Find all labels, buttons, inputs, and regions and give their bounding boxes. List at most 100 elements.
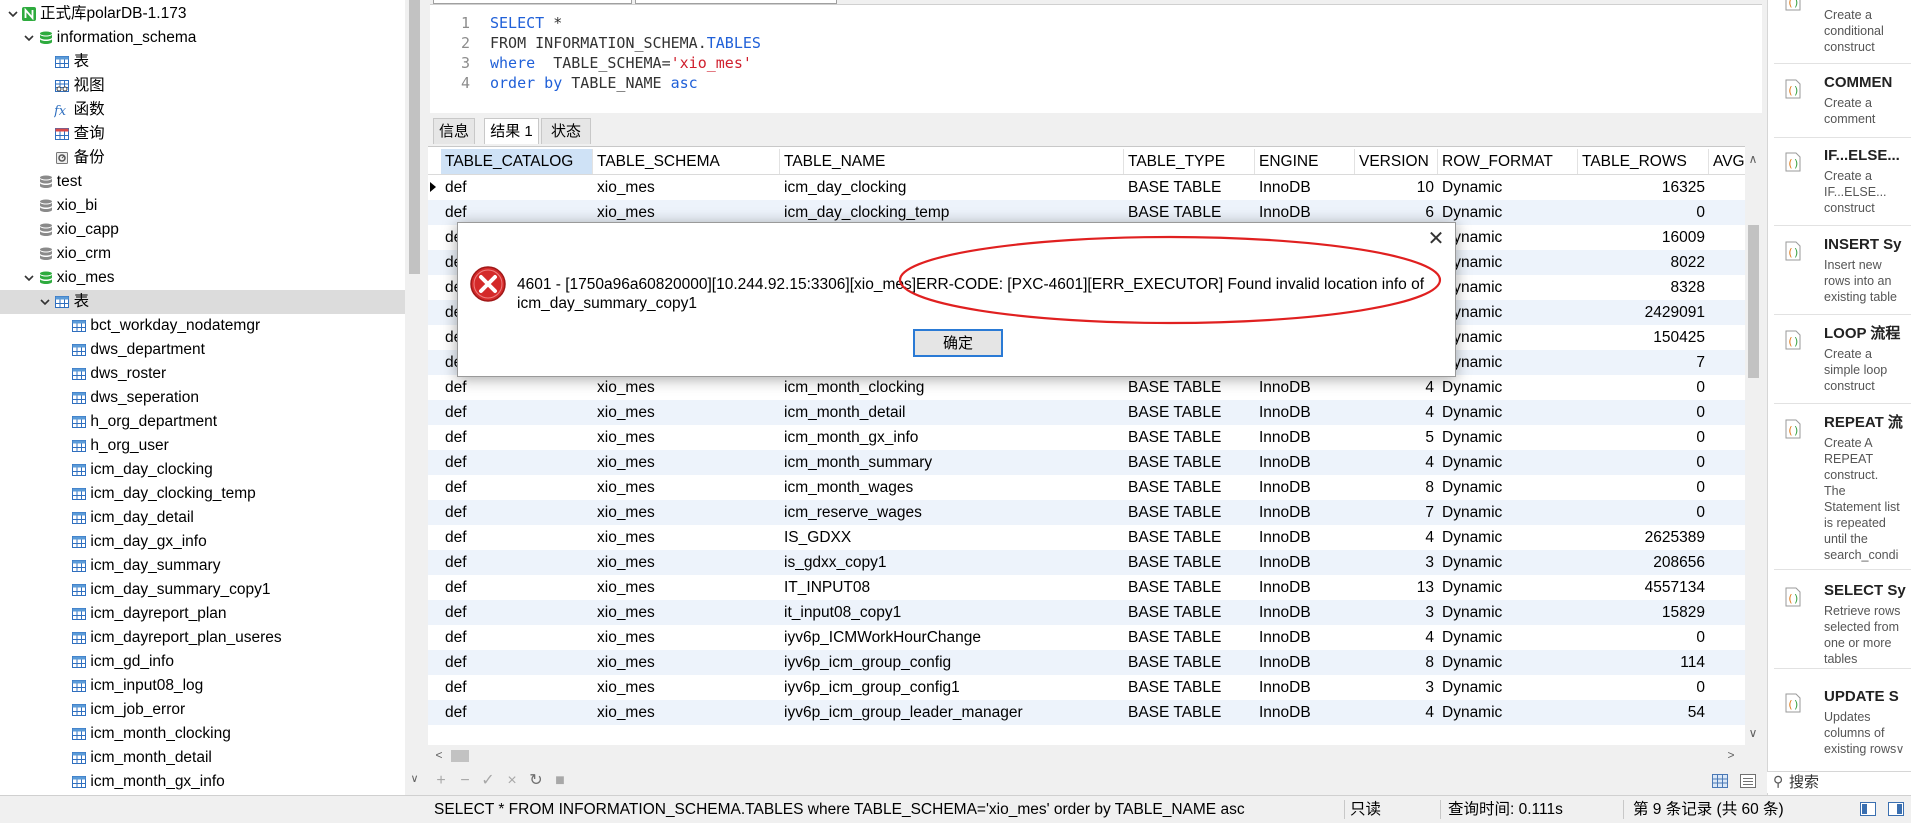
- table-cell[interactable]: InnoDB: [1255, 550, 1355, 575]
- tree-item[interactable]: dws_department: [0, 338, 405, 362]
- scroll-down-arrow-icon[interactable]: ∨: [1746, 726, 1760, 740]
- table-row[interactable]: def xio_mes iyv6p_icm_group_config BASE TAB…: [428, 650, 1745, 675]
- table-cell[interactable]: InnoDB: [1255, 600, 1355, 625]
- table-cell[interactable]: InnoDB: [1255, 700, 1355, 725]
- scroll-left-arrow-icon[interactable]: <: [432, 748, 446, 762]
- table-cell[interactable]: Dynamic: [1438, 500, 1578, 525]
- table-row[interactable]: def xio_mes icm_month_gx_info BASE TABLE Inn…: [428, 425, 1745, 450]
- table-cell[interactable]: BASE TABLE: [1124, 675, 1255, 700]
- tree-item[interactable]: icm_month_clocking: [0, 722, 405, 746]
- table-cell[interactable]: xio_mes: [593, 575, 780, 600]
- grid-vertical-scroll-thumb[interactable]: [1748, 225, 1759, 378]
- apply-icon[interactable]: ✓: [479, 771, 497, 791]
- tree-item[interactable]: icm_job_error: [0, 698, 405, 722]
- tree-item[interactable]: icm_month_detail: [0, 746, 405, 770]
- table-cell[interactable]: InnoDB: [1255, 375, 1355, 400]
- table-row[interactable]: def xio_mes IT_INPUT08 BASE TABLE InnoDB 13 Dy…: [428, 575, 1745, 600]
- table-cell[interactable]: xio_mes: [593, 550, 780, 575]
- table-cell[interactable]: def: [441, 575, 593, 600]
- table-cell[interactable]: 3: [1355, 675, 1438, 700]
- table-cell[interactable]: Dynamic: [1438, 275, 1578, 300]
- table-cell[interactable]: 7: [1355, 500, 1438, 525]
- table-cell[interactable]: 0: [1578, 475, 1709, 500]
- column-header[interactable]: TABLE_TYPE: [1124, 149, 1255, 174]
- table-cell[interactable]: 54: [1578, 700, 1709, 725]
- table-cell[interactable]: 0: [1578, 400, 1709, 425]
- table-cell[interactable]: def: [441, 500, 593, 525]
- table-cell[interactable]: xio_mes: [593, 600, 780, 625]
- delete-record-icon[interactable]: −: [456, 771, 474, 791]
- tree-item[interactable]: 查询: [0, 122, 405, 146]
- table-cell[interactable]: Dynamic: [1438, 175, 1578, 200]
- table-cell[interactable]: xio_mes: [593, 475, 780, 500]
- tree-item[interactable]: icm_dayreport_plan: [0, 602, 405, 626]
- table-cell[interactable]: Dynamic: [1438, 350, 1578, 375]
- tree-item[interactable]: dws_roster: [0, 362, 405, 386]
- table-cell[interactable]: Dynamic: [1438, 400, 1578, 425]
- tree-item[interactable]: xio_bi: [0, 194, 405, 218]
- tree-item[interactable]: h_org_user: [0, 434, 405, 458]
- table-cell[interactable]: InnoDB: [1255, 475, 1355, 500]
- table-cell[interactable]: BASE TABLE: [1124, 625, 1255, 650]
- table-cell[interactable]: Dynamic: [1438, 625, 1578, 650]
- table-cell[interactable]: xio_mes: [593, 450, 780, 475]
- table-cell[interactable]: icm_month_summary: [780, 450, 1124, 475]
- tree-item[interactable]: icm_day_clocking: [0, 458, 405, 482]
- table-cell[interactable]: 4: [1355, 525, 1438, 550]
- table-cell[interactable]: iyv6p_ICMWorkHourChange: [780, 625, 1124, 650]
- table-row[interactable]: def xio_mes icm_month_clocking BASE TABLE In…: [428, 375, 1745, 400]
- table-cell[interactable]: IT_INPUT08: [780, 575, 1124, 600]
- table-cell[interactable]: InnoDB: [1255, 500, 1355, 525]
- layout-right-icon[interactable]: [1887, 801, 1905, 822]
- tree-item[interactable]: icm_input08_log: [0, 674, 405, 698]
- table-cell[interactable]: 4557134: [1578, 575, 1709, 600]
- table-cell[interactable]: BASE TABLE: [1124, 650, 1255, 675]
- table-cell[interactable]: def: [441, 600, 593, 625]
- code-text[interactable]: FROM INFORMATION_SCHEMA.TABLES: [490, 33, 761, 53]
- table-row[interactable]: def xio_mes IS_GDXX BASE TABLE InnoDB 4 Dynami…: [428, 525, 1745, 550]
- column-header[interactable]: AVG: [1709, 149, 1745, 174]
- table-cell[interactable]: def: [441, 400, 593, 425]
- table-row[interactable]: def xio_mes icm_month_summary BASE TABLE Inn…: [428, 450, 1745, 475]
- table-cell[interactable]: BASE TABLE: [1124, 700, 1255, 725]
- grid-view-icon[interactable]: [1711, 772, 1729, 792]
- table-cell[interactable]: 8328: [1578, 275, 1709, 300]
- table-cell[interactable]: 0: [1578, 625, 1709, 650]
- table-cell[interactable]: Dynamic: [1438, 325, 1578, 350]
- table-cell[interactable]: InnoDB: [1255, 425, 1355, 450]
- table-cell[interactable]: iyv6p_icm_group_config: [780, 650, 1124, 675]
- table-cell[interactable]: 0: [1578, 425, 1709, 450]
- table-cell[interactable]: def: [441, 675, 593, 700]
- table-cell[interactable]: 2625389: [1578, 525, 1709, 550]
- table-cell[interactable]: Dynamic: [1438, 200, 1578, 225]
- table-row[interactable]: def xio_mes icm_month_wages BASE TABLE InnoD…: [428, 475, 1745, 500]
- table-cell[interactable]: BASE TABLE: [1124, 600, 1255, 625]
- table-cell[interactable]: icm_month_gx_info: [780, 425, 1124, 450]
- code-text[interactable]: SELECT *: [490, 13, 562, 33]
- snippet-search[interactable]: ⚲ 搜索: [1767, 771, 1911, 793]
- tree-scrollbar-thumb[interactable]: [409, 0, 420, 274]
- grid-horizontal-scrollbar[interactable]: < >: [428, 747, 1745, 765]
- grid-vertical-scrollbar[interactable]: ∧ ∨: [1745, 146, 1762, 744]
- table-cell[interactable]: xio_mes: [593, 650, 780, 675]
- table-cell[interactable]: BASE TABLE: [1124, 550, 1255, 575]
- table-cell[interactable]: xio_mes: [593, 525, 780, 550]
- table-cell[interactable]: is_gdxx_copy1: [780, 550, 1124, 575]
- table-cell[interactable]: def: [441, 625, 593, 650]
- code-text[interactable]: where TABLE_SCHEMA='xio_mes': [490, 53, 752, 73]
- table-cell[interactable]: BASE TABLE: [1124, 450, 1255, 475]
- refresh-icon[interactable]: ↻: [527, 771, 545, 791]
- table-cell[interactable]: 114: [1578, 650, 1709, 675]
- table-cell[interactable]: BASE TABLE: [1124, 525, 1255, 550]
- table-cell[interactable]: def: [441, 550, 593, 575]
- stop-icon[interactable]: ■: [551, 771, 569, 791]
- tree-item[interactable]: information_schema: [0, 26, 405, 50]
- add-record-icon[interactable]: +: [432, 771, 450, 791]
- table-cell[interactable]: Dynamic: [1438, 300, 1578, 325]
- table-cell[interactable]: BASE TABLE: [1124, 175, 1255, 200]
- tree-item[interactable]: icm_dayreport_plan_useres: [0, 626, 405, 650]
- table-cell[interactable]: InnoDB: [1255, 450, 1355, 475]
- search-placeholder[interactable]: 搜索: [1789, 772, 1819, 793]
- table-cell[interactable]: 13: [1355, 575, 1438, 600]
- table-cell[interactable]: xio_mes: [593, 700, 780, 725]
